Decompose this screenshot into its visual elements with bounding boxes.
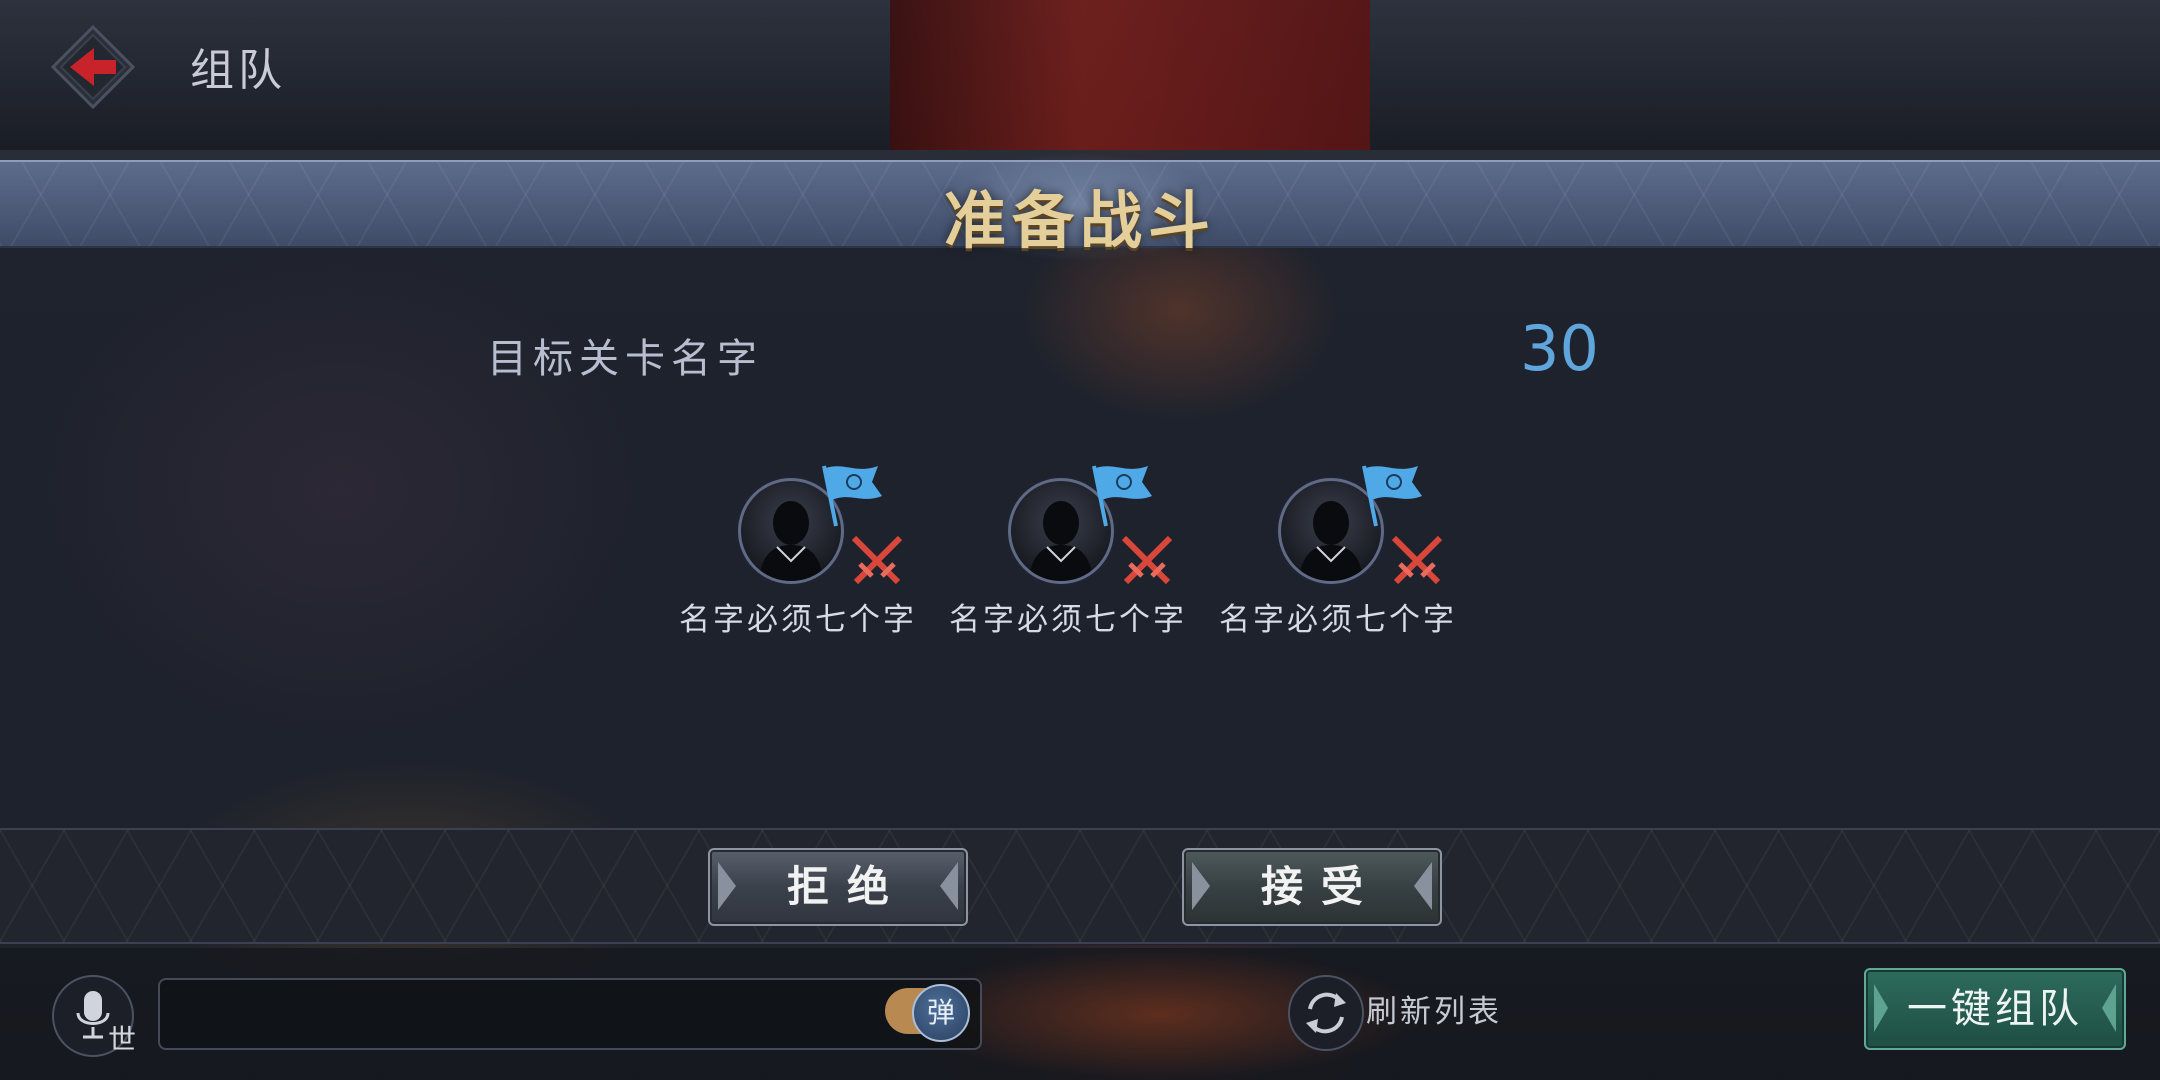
blue-team-flag-icon <box>1362 465 1422 527</box>
team-members: 名字必须七个字 名字必须七个字 名字必须七个字 <box>0 460 2160 660</box>
back-button[interactable] <box>50 24 136 110</box>
refresh-button[interactable] <box>1288 975 1364 1051</box>
ready-battle-dialog: 准备战斗 目标关卡名字 30 名字必须七个字 名字必须七个字 名字必须七个字 拒… <box>0 152 2160 1020</box>
dialog-header: 准备战斗 <box>0 152 2160 262</box>
microphone-icon <box>76 991 110 1039</box>
refresh-list-label[interactable]: 刷新列表 <box>1366 986 1502 1031</box>
dialog-title: 准备战斗 <box>943 184 1216 257</box>
page-title: 组队 <box>190 45 286 96</box>
accept-button[interactable]: 接受 <box>1182 848 1442 926</box>
blue-team-flag-icon <box>1092 465 1152 527</box>
background-banner <box>890 0 1370 150</box>
target-stage-name: 目标关卡名字 <box>487 336 763 382</box>
member-name: 名字必须七个字 <box>949 602 1187 638</box>
dialog-action-bar: 拒绝 接受 <box>0 828 2160 944</box>
member-name: 名字必须七个字 <box>679 602 917 638</box>
team-member: 名字必须七个字 <box>938 460 1198 660</box>
crossed-swords-icon <box>1391 535 1443 585</box>
blue-team-flag-icon <box>822 465 882 527</box>
crossed-swords-icon <box>1121 535 1173 585</box>
chat-channel-label: 世 <box>108 1023 137 1056</box>
team-member: 名字必须七个字 <box>668 460 928 660</box>
chat-input[interactable] <box>158 978 982 1050</box>
countdown-timer: 30 <box>1520 312 1599 385</box>
quick-team-button[interactable]: 一键组队 <box>1864 968 2126 1050</box>
team-member: 名字必须七个字 <box>1208 460 1468 660</box>
member-name: 名字必须七个字 <box>1219 602 1457 638</box>
danmaku-toggle-knob[interactable]: 弹 <box>912 984 970 1042</box>
crossed-swords-icon <box>851 535 903 585</box>
reject-button[interactable]: 拒绝 <box>708 848 968 926</box>
